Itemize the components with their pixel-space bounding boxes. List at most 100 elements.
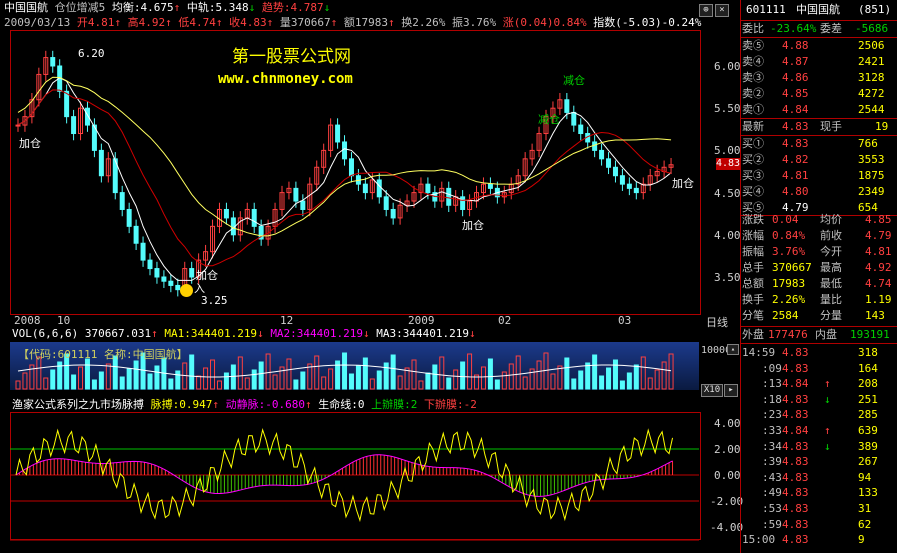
stat-value: 370667 [772,261,812,274]
close-icon[interactable]: × [715,4,729,17]
arrow-icon[interactable]: ▸ [724,384,738,397]
candle-body [251,208,257,227]
scrollbar[interactable] [10,540,699,551]
period-label[interactable]: 日线 [706,314,728,330]
candle-body [126,208,132,227]
volume-bar [668,353,674,390]
volume-bar [557,365,563,390]
stat-label: 总手 [742,261,764,274]
close-value: 收4.83 [229,16,267,29]
buy-label: 入 [194,282,205,295]
osc-upper: 上辦膜:2 [371,398,418,411]
scroll-icon[interactable]: ▴ [727,344,739,355]
amplitude-value: 振3.76% [451,16,497,29]
sell-row: 卖③ 4.86 3128 [740,70,897,86]
tick-row: :59 4.83 62 [740,517,897,533]
candle-body [342,141,348,160]
volume-bar [425,372,431,390]
volume-bar [147,373,153,390]
candle-body [154,268,160,278]
tick-row: :34 4.83 389 ↓ [740,439,897,455]
tick-price: 4.84 [782,377,809,391]
candle-body [592,141,598,151]
sell-row: 卖② 4.85 4272 [740,86,897,102]
volume-bar [578,370,584,390]
tick-time: 14:59 [742,346,776,359]
tick-arrow: ↓ [824,439,831,453]
nowhand-label: 现手 [820,120,842,133]
buy-volume: 766 [858,137,878,150]
sell-price: 4.88 [782,39,809,52]
tick-time: :09 [762,361,782,375]
osc-axis: 4.00 2.00 0.00 -2.00 -4.00 [700,412,743,539]
stock-name: 中国国航 [4,1,48,14]
candle-body [98,149,104,177]
candle-body [71,116,77,135]
tick-volume: 164 [858,361,878,375]
stat-value: 4.79 [865,229,892,242]
stat-label: 涨幅 [742,229,764,242]
volume-bar [168,378,174,390]
candle-body [571,111,577,126]
osc-pulse: 脉搏:0.947 [150,398,213,411]
sell-price: 4.87 [782,55,809,68]
mid-arrow: ↓ [248,1,256,14]
stat-value: 143 [865,309,885,322]
stat-row: 换手 2.26% 量比 1.19 [740,292,897,308]
amount-value: 额17983 [343,16,388,29]
candle-body [578,124,584,135]
volume-bar [105,363,111,390]
stat-value: 4.81 [865,245,892,258]
volume-bar [15,380,21,390]
latest-value: 4.83 [782,120,809,133]
volume-bar [189,354,195,390]
stat-value: 4.74 [865,277,892,290]
latest-label: 最新 [742,120,764,133]
tick-volume: 285 [858,408,878,422]
stat-value: 2.26% [772,293,806,306]
outer-label: 外盘 [742,328,764,341]
candle-body [223,208,229,219]
stat-row: 总手 370667 最高 4.92 [740,260,897,276]
volume-bar [564,357,570,390]
tick-time: :49 [762,486,782,500]
sell-label: 卖④ [742,55,764,68]
current-price-tag: 4.83 [716,158,741,170]
add-label-1: 加仓 [19,137,41,150]
volume-bar [460,361,466,390]
buy-row: 买② 4.82 3553 [740,152,897,168]
stat-value: 4.85 [865,213,892,226]
price-tick: 4.50 [714,187,741,200]
candle-body [50,57,56,67]
volume-bar [307,363,313,390]
candle-body [362,183,368,194]
x10-label[interactable]: X10 [701,384,723,397]
volume-bar [119,376,125,390]
volume-bar [321,376,327,390]
osc-tick: 0.00 [714,469,741,482]
volume-bar [265,353,271,390]
sell-label: 卖① [742,103,764,116]
reduce-label-2: 减仓 [538,113,560,126]
stat-label: 分笔 [742,309,764,322]
trend-arrow: ↓ [323,1,331,14]
volume-value: 量370667 [279,16,331,29]
price-tick: 3.50 [714,271,741,284]
sell-label: 卖③ [742,71,764,84]
sell-row: 卖⑤ 4.88 2506 [740,38,897,54]
stat-value: 3.76% [772,245,806,258]
tick-volume: 639 [858,424,878,437]
volume-bar [647,377,653,390]
volume-bar [480,366,486,390]
high-arrow: ↑ [165,16,172,29]
stat-label: 量比 [820,293,842,306]
outer-value: 177476 [768,328,808,341]
pin-icon[interactable]: ⊕ [699,4,713,17]
header-line1: 中国国航 仓位增减5 均衡:4.675↑ 中轨:5.348↓ 趋势:4.787↓ [4,2,330,14]
buy-row: 买④ 4.80 2349 [740,184,897,200]
tick-volume: 208 [858,377,878,391]
avg-arrow: ↑ [173,1,181,14]
price-tick: 5.00 [714,144,741,157]
volume-bar [98,371,104,390]
tick-price: 4.83 [782,486,809,500]
